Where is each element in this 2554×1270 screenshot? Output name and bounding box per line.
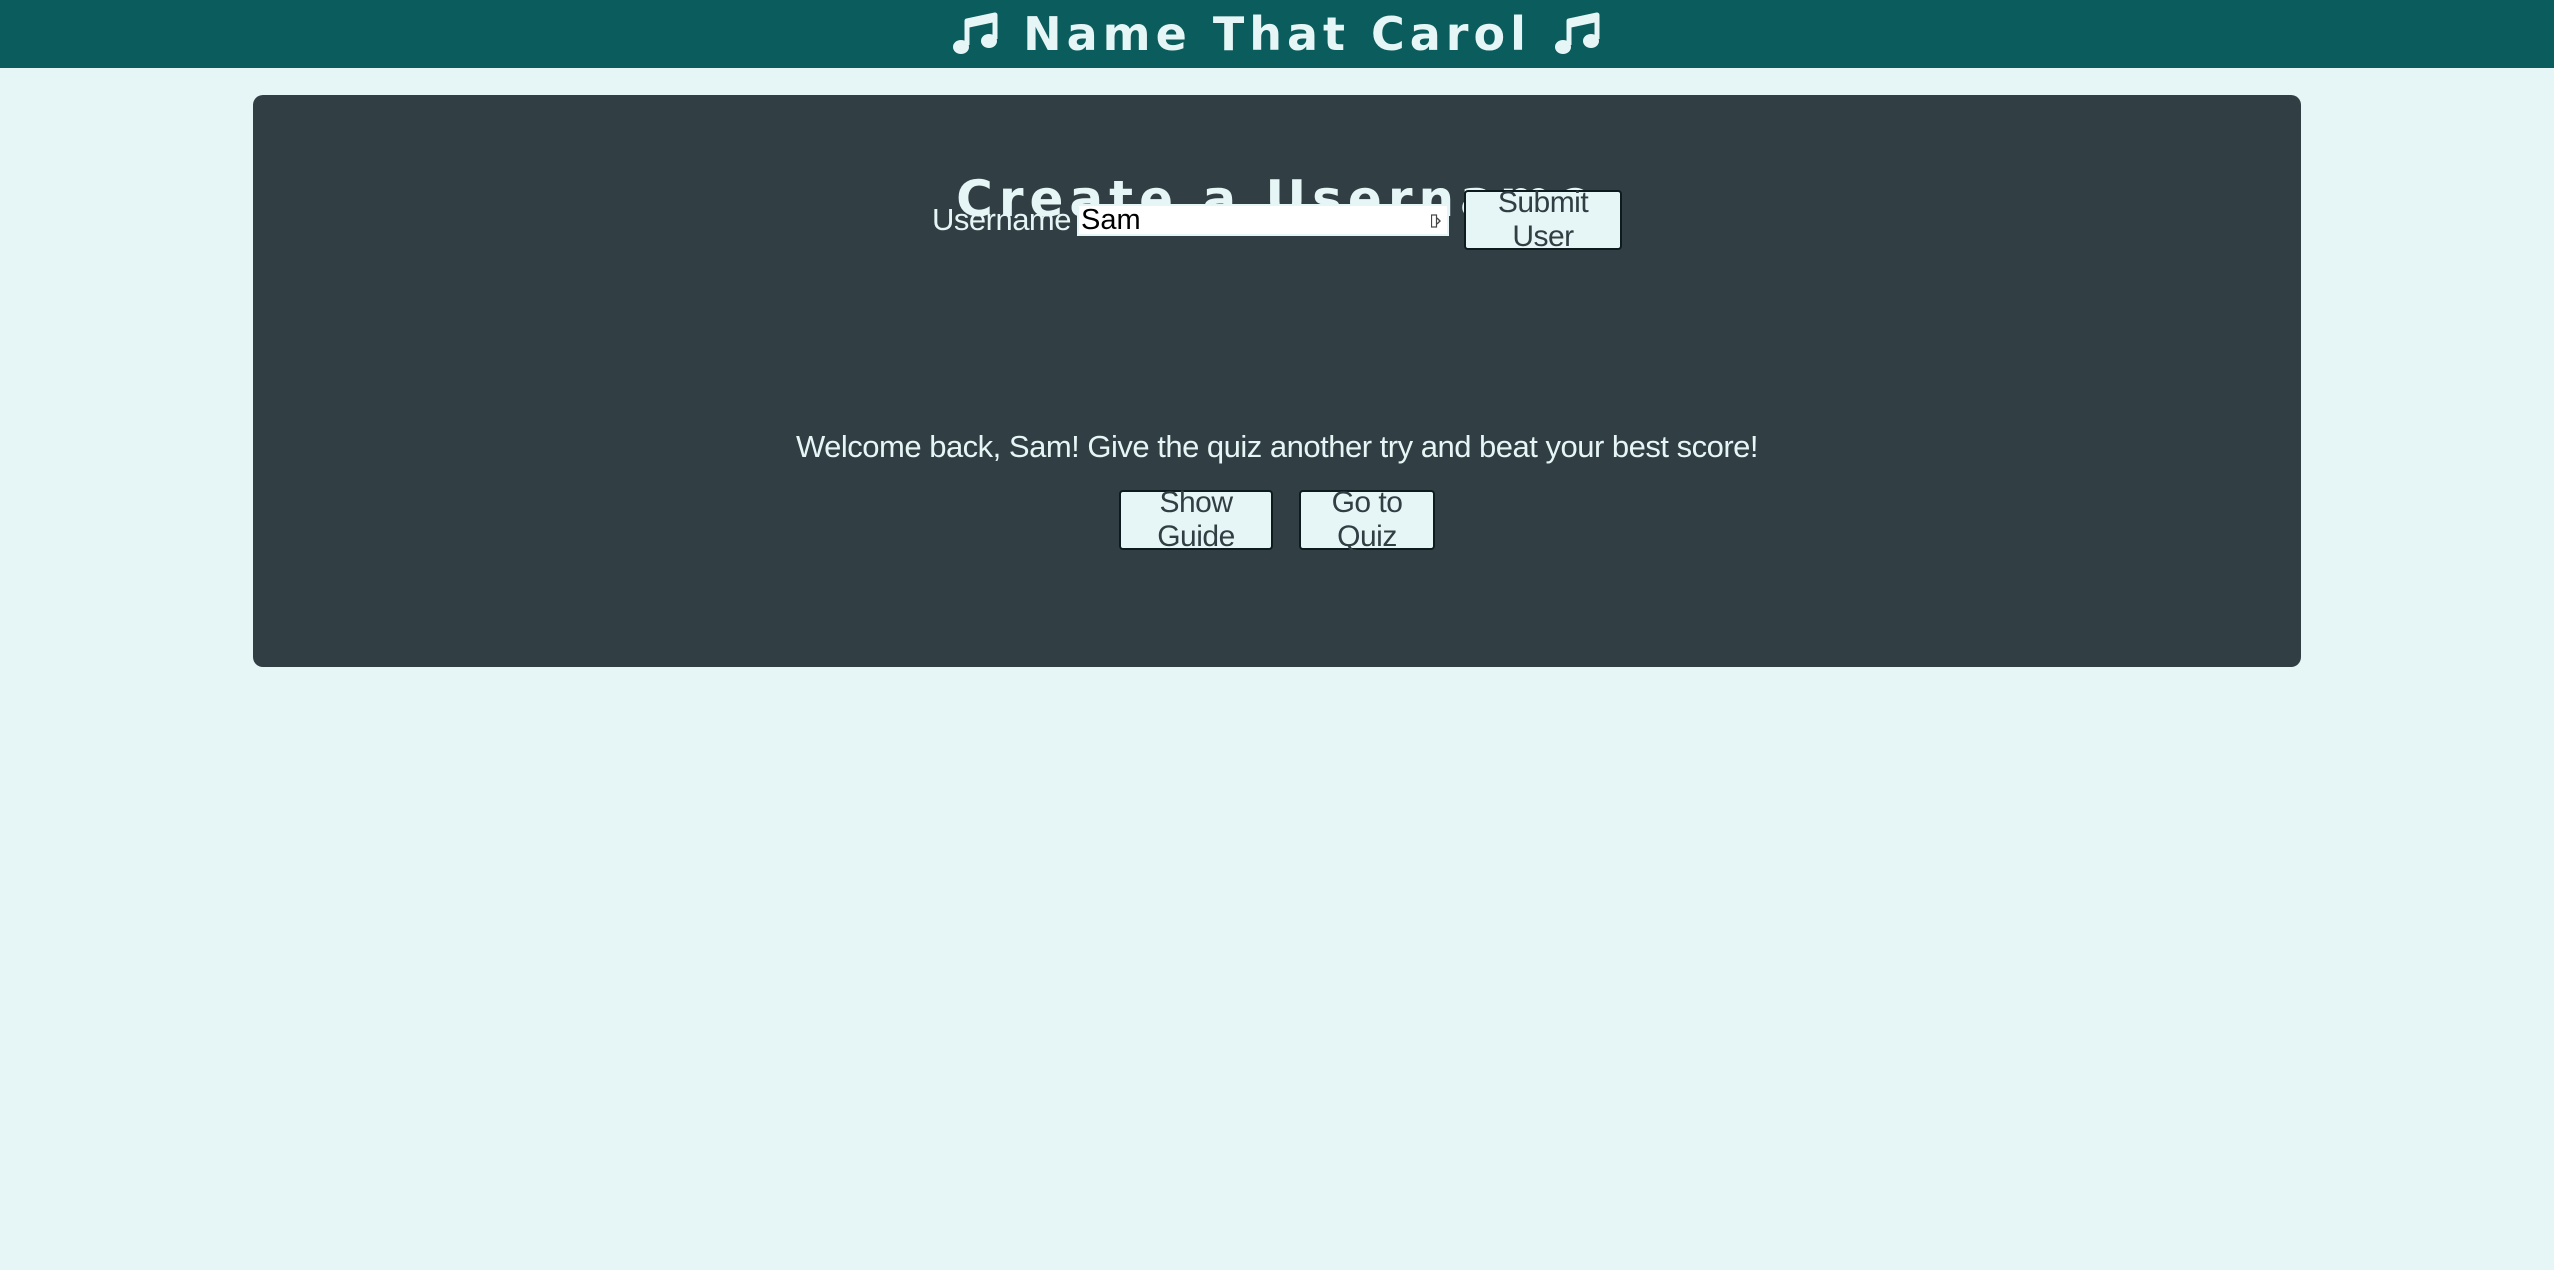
username-input[interactable]: Sam xyxy=(1077,204,1449,236)
username-form: Username Sam Submit User xyxy=(253,186,2301,253)
submit-user-button[interactable]: Submit User xyxy=(1464,186,1622,253)
music-note-icon xyxy=(1553,9,1603,59)
site-header: Name That Carol xyxy=(0,0,2554,68)
username-label: Username xyxy=(932,202,1072,237)
site-title: Name That Carol xyxy=(1023,7,1531,61)
username-input-value: Sam xyxy=(1081,204,1141,236)
action-buttons: Show Guide Go to Quiz xyxy=(253,486,2301,553)
go-to-quiz-button[interactable]: Go to Quiz xyxy=(1299,486,1435,553)
show-guide-button[interactable]: Show Guide xyxy=(1119,486,1273,553)
music-note-icon xyxy=(951,9,1001,59)
header-title-group: Name That Carol xyxy=(951,7,1603,61)
welcome-message: Welcome back, Sam! Give the quiz another… xyxy=(795,429,1759,464)
autofill-icon[interactable] xyxy=(1431,214,1441,228)
username-panel: Create a Username Username Sam Submit Us… xyxy=(253,95,2301,667)
